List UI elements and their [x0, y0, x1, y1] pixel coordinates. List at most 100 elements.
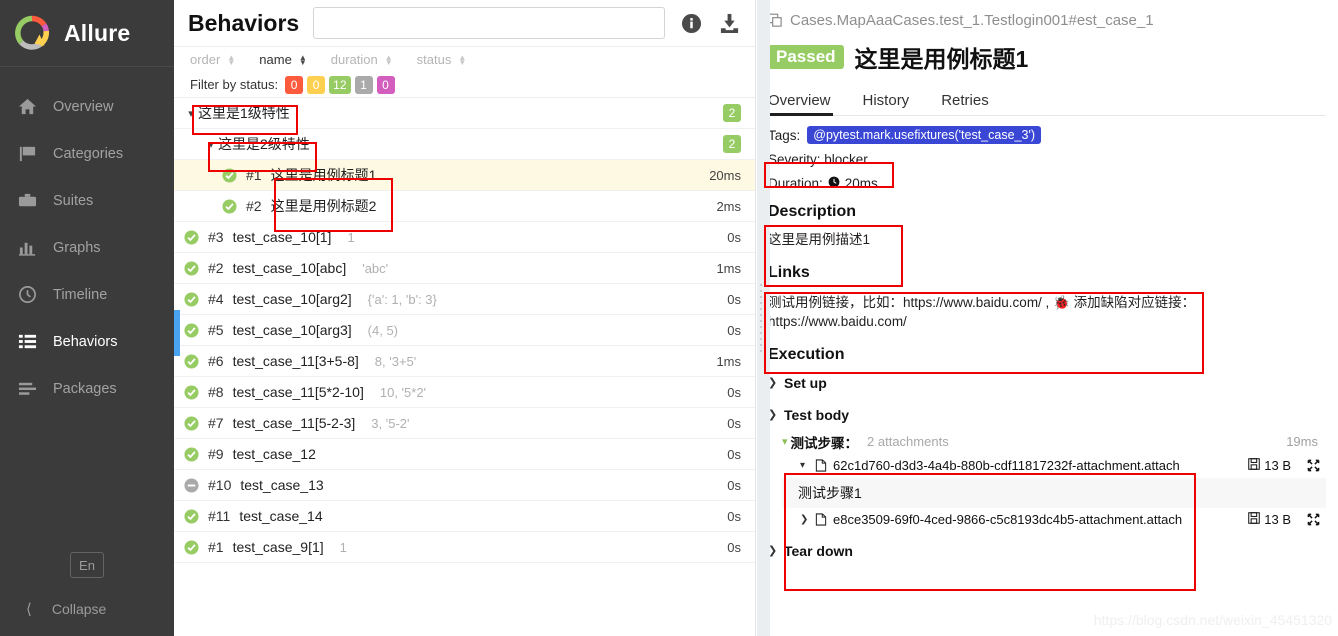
sort-by-status[interactable]: status ▲ ▼ [417, 52, 467, 67]
sidebar-item-overview[interactable]: Overview [0, 83, 174, 130]
sidebar-item-label: Graphs [53, 239, 101, 256]
table-row[interactable]: #7 test_case_11[5-2-3] 3, '5-2' 0s [174, 408, 755, 439]
table-row[interactable]: #2 test_case_10[abc] 'abc' 1ms [174, 253, 755, 284]
table-row[interactable]: #4 test_case_10[arg2] {'a': 1, 'b': 3} 0s [174, 284, 755, 315]
expand-icon[interactable] [1307, 513, 1320, 526]
copy-icon[interactable] [768, 13, 783, 28]
case-args: 'abc' [362, 260, 389, 276]
case-name: test_case_11[5-2-3] [232, 415, 356, 431]
behaviors-panel: Behaviors order ▲ ▼ name ▲ ▼ duration ▲ … [174, 0, 756, 636]
sidebar-item-suites[interactable]: Suites [0, 177, 174, 224]
filter-chip-broken[interactable]: 0 [307, 75, 326, 94]
passed-status-icon [184, 353, 199, 369]
sidebar-item-label: Behaviors [53, 333, 118, 350]
sort-by-order[interactable]: order ▲ ▼ [190, 52, 235, 67]
filter-chip-skipped[interactable]: 1 [354, 75, 373, 94]
panel-resize-handle-right[interactable] [757, 0, 770, 636]
tab-retries[interactable]: Retries [941, 92, 989, 115]
expand-icon[interactable] [1307, 459, 1320, 472]
filter-chip-unknown[interactable]: 0 [376, 75, 395, 94]
sidebar-item-packages[interactable]: Packages [0, 365, 174, 412]
description-text: 这里是用例描述1 [768, 232, 871, 247]
case-duration: 0s [727, 415, 741, 431]
case-order: #2 [246, 198, 262, 214]
tag-badge[interactable]: @pytest.mark.usefixtures('test_case_3') [807, 126, 1041, 144]
sort-by-duration[interactable]: duration ▲ ▼ [331, 52, 393, 67]
sidebar-item-graphs[interactable]: Graphs [0, 224, 174, 271]
breadcrumb-text: Cases.MapAaaCases.test_1.Testlogin001#es… [790, 11, 1154, 29]
sort-label: order [190, 52, 221, 67]
filter-chip-failed[interactable]: 0 [285, 75, 304, 94]
chevron-down-icon: ▾ [208, 138, 214, 151]
test-step-row[interactable]: ▾ 测试步骤： 2 attachments 19ms [782, 430, 1326, 454]
table-row[interactable]: #10 test_case_13 0s [174, 470, 755, 501]
case-args: {'a': 1, 'b': 3} [367, 291, 437, 307]
sort-by-name[interactable]: name ▲ ▼ [259, 52, 306, 67]
case-order: #11 [208, 508, 231, 524]
save-icon[interactable] [1248, 458, 1261, 473]
attachment-row[interactable]: ❯ e8ce3509-69f0-4ced-9866-c5c8193dc4b5-a… [800, 508, 1326, 532]
case-args: 1 [339, 539, 347, 555]
table-row[interactable]: #11 test_case_14 0s [174, 501, 755, 532]
tree-group-level2[interactable]: ▾ 这里是2级特性 2 [174, 129, 755, 160]
sort-arrows-icon: ▲ ▼ [227, 52, 236, 67]
chevron-right-icon: ❯ [800, 514, 809, 526]
filter-chip-passed[interactable]: 12 [329, 75, 351, 94]
case-args: (4, 5) [367, 322, 399, 338]
sidebar-item-categories[interactable]: Categories [0, 130, 174, 177]
case-name: test_case_10[arg2] [232, 291, 352, 307]
collapse-button[interactable]: ⟨ Collapse [0, 592, 174, 626]
case-order: #1 [208, 539, 224, 555]
table-row[interactable]: #6 test_case_11[3+5-8] 8, '3+5' 1ms [174, 346, 755, 377]
briefcase-icon [18, 191, 44, 210]
case-order: #1 [246, 167, 262, 183]
tags-label: Tags: [768, 127, 801, 143]
table-row[interactable]: #9 test_case_12 0s [174, 439, 755, 470]
table-row[interactable]: #1 test_case_9[1] 1 0s [174, 532, 755, 563]
download-icon[interactable] [718, 13, 741, 34]
sidebar-item-label: Packages [53, 380, 117, 397]
sidebar-item-behaviors[interactable]: Behaviors [0, 318, 180, 371]
table-row[interactable]: #5 test_case_10[arg3] (4, 5) 0s [174, 315, 755, 346]
case-duration: 0s [727, 229, 741, 245]
sidebar-item-timeline[interactable]: Timeline [0, 271, 174, 318]
tab-history[interactable]: History [863, 92, 910, 115]
tab-overview[interactable]: Overview [766, 92, 833, 116]
attachment-row[interactable]: ▾ 62c1d760-d3d3-4a4b-880b-cdf11817232f-a… [800, 454, 1326, 478]
save-icon[interactable] [1248, 512, 1261, 527]
breadcrumb[interactable]: Cases.MapAaaCases.test_1.Testlogin001#es… [768, 8, 1326, 32]
table-row[interactable]: #1 这里是用例标题1 20ms [174, 160, 755, 191]
chevron-right-icon: ❯ [768, 545, 778, 558]
language-button[interactable]: En [70, 552, 104, 578]
panel-resize-handle-left[interactable] [174, 310, 180, 356]
case-name: test_case_9[1] [232, 539, 324, 555]
table-row[interactable]: #8 test_case_11[5*2-10] 10, '5*2' 0s [174, 377, 755, 408]
case-args: 10, '5*2' [379, 384, 427, 400]
case-name: test_case_10[1] [232, 229, 332, 245]
table-row[interactable]: #3 test_case_10[1] 1 0s [174, 222, 755, 253]
test-body-section-toggle[interactable]: ❯ Test body [768, 402, 1326, 428]
passed-status-icon [184, 539, 199, 555]
sidebar-item-label: Timeline [53, 286, 108, 303]
chevron-down-icon: ❯ [768, 409, 778, 422]
file-icon [815, 459, 827, 472]
case-name: test_case_11[3+5-8] [232, 353, 359, 369]
search-input[interactable] [313, 7, 665, 39]
info-icon[interactable] [681, 13, 702, 34]
teardown-section-toggle[interactable]: ❯ Tear down [768, 538, 1326, 564]
sort-arrows-icon: ▲ ▼ [298, 52, 307, 67]
case-name: test_case_14 [239, 508, 323, 524]
tree-group-level1[interactable]: ▾ 这里是1级特性 2 [174, 98, 755, 129]
detail-title-row: Passed 这里是用例标题1 [768, 40, 1326, 74]
case-name: test_case_10[abc] [232, 260, 347, 276]
links-text[interactable]: 测试用例链接，比如：https://www.baidu.com/ , 🐞 添加缺… [768, 293, 1326, 332]
passed-status-icon [184, 446, 199, 462]
attachment-size: 13 B [1248, 512, 1291, 527]
case-order: #3 [208, 229, 224, 245]
duration-row: Duration: 20ms [768, 176, 1326, 191]
setup-section-toggle[interactable]: ❯ Set up [768, 370, 1326, 396]
passed-status-icon [222, 167, 237, 183]
group-count-badge: 2 [723, 104, 741, 122]
table-row[interactable]: #2 这里是用例标题2 2ms [174, 191, 755, 222]
case-duration: 0s [727, 322, 741, 338]
